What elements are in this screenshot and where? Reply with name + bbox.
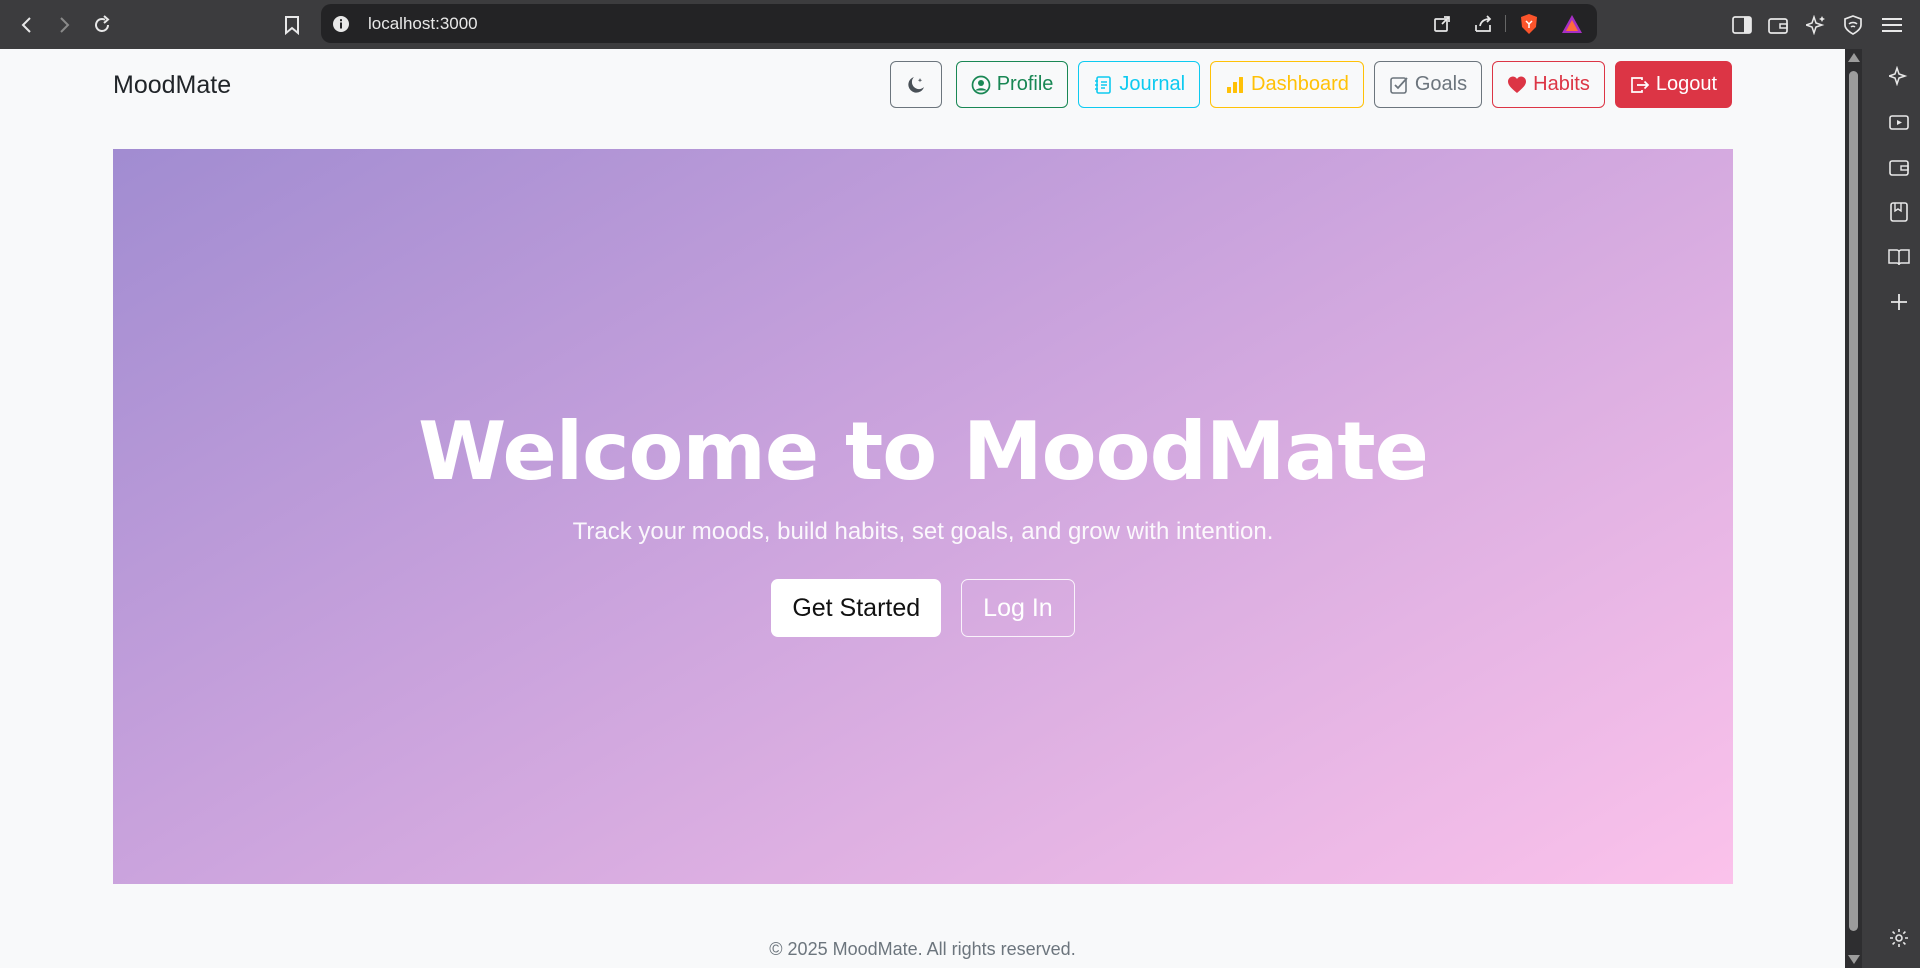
nav-profile-button[interactable]: Profile xyxy=(955,61,1069,108)
nav-dashboard-button[interactable]: Dashboard xyxy=(1210,61,1364,108)
playlist-icon[interactable] xyxy=(1886,109,1912,135)
person-circle-icon xyxy=(971,75,991,94)
vpn-icon[interactable] xyxy=(1838,10,1868,40)
top-nav: Profile Journal Dashboard Goals Habits L… xyxy=(889,61,1732,108)
wallet-sidebar-icon[interactable] xyxy=(1886,154,1912,180)
back-icon[interactable] xyxy=(12,10,42,40)
share-icon[interactable] xyxy=(1473,13,1495,35)
reading-list-icon[interactable] xyxy=(1886,244,1912,270)
reload-icon[interactable] xyxy=(87,10,117,40)
open-external-icon[interactable] xyxy=(1431,13,1453,35)
address-bar[interactable]: localhost:3000 xyxy=(321,4,1597,43)
get-started-button[interactable]: Get Started xyxy=(771,579,942,637)
settings-gear-icon[interactable] xyxy=(1886,925,1912,951)
nav-dashboard-label: Dashboard xyxy=(1251,73,1349,95)
sidebar-toggle-icon[interactable] xyxy=(1727,10,1757,40)
bar-chart-icon xyxy=(1227,76,1244,93)
check-square-icon xyxy=(1390,76,1408,94)
journal-icon xyxy=(1095,75,1112,94)
nav-goals-label: Goals xyxy=(1414,73,1468,95)
hero-banner: Welcome to MoodMate Track your moods, bu… xyxy=(113,149,1733,884)
hero-actions: Get Started Log In xyxy=(113,579,1733,637)
box-arrow-right-icon xyxy=(1630,76,1650,93)
nav-journal-label: Journal xyxy=(1119,73,1186,95)
url-text[interactable]: localhost:3000 xyxy=(368,4,478,43)
logout-button[interactable]: Logout xyxy=(1614,61,1732,108)
brave-shields-icon[interactable] xyxy=(1518,13,1540,35)
site-info-icon[interactable] xyxy=(330,13,352,35)
login-button[interactable]: Log In xyxy=(961,579,1075,637)
forward-icon[interactable] xyxy=(49,10,79,40)
theme-toggle-button[interactable] xyxy=(889,61,942,108)
nav-habits-button[interactable]: Habits xyxy=(1492,61,1605,108)
hero-subtitle: Track your moods, build habits, set goal… xyxy=(572,518,1274,545)
nav-goals-button[interactable]: Goals xyxy=(1373,61,1483,108)
bookmark-icon[interactable] xyxy=(277,10,307,40)
hero-title: Welcome to MoodMate xyxy=(418,405,1429,498)
nav-profile-label: Profile xyxy=(996,73,1054,95)
page-viewport: MoodMate Profile Journal Dashboard Goals… xyxy=(0,49,1845,968)
bookmarks-sidebar-icon[interactable] xyxy=(1886,199,1912,225)
leo-ai-sidebar-icon[interactable] xyxy=(1886,63,1912,89)
menu-icon[interactable] xyxy=(1877,10,1907,40)
toolbar-separator xyxy=(1505,15,1506,32)
heart-icon xyxy=(1508,76,1527,93)
nav-journal-button[interactable]: Journal xyxy=(1078,61,1201,108)
brave-rewards-icon[interactable] xyxy=(1561,13,1583,35)
brand-logo[interactable]: MoodMate xyxy=(113,71,231,100)
footer-copyright: © 2025 MoodMate. All rights reserved. xyxy=(769,939,1076,959)
page-scrollbar[interactable] xyxy=(1845,49,1862,968)
add-panel-icon[interactable] xyxy=(1886,289,1912,315)
browser-toolbar: localhost:3000 xyxy=(0,0,1920,49)
logout-label: Logout xyxy=(1655,73,1717,95)
scrollbar-thumb[interactable] xyxy=(1849,71,1858,931)
wallet-icon[interactable] xyxy=(1763,10,1793,40)
scroll-down-arrow-icon[interactable] xyxy=(1848,955,1860,964)
moon-stars-icon xyxy=(908,76,924,93)
nav-habits-label: Habits xyxy=(1533,73,1590,95)
scroll-up-arrow-icon[interactable] xyxy=(1848,53,1860,62)
leo-ai-icon[interactable] xyxy=(1801,10,1831,40)
